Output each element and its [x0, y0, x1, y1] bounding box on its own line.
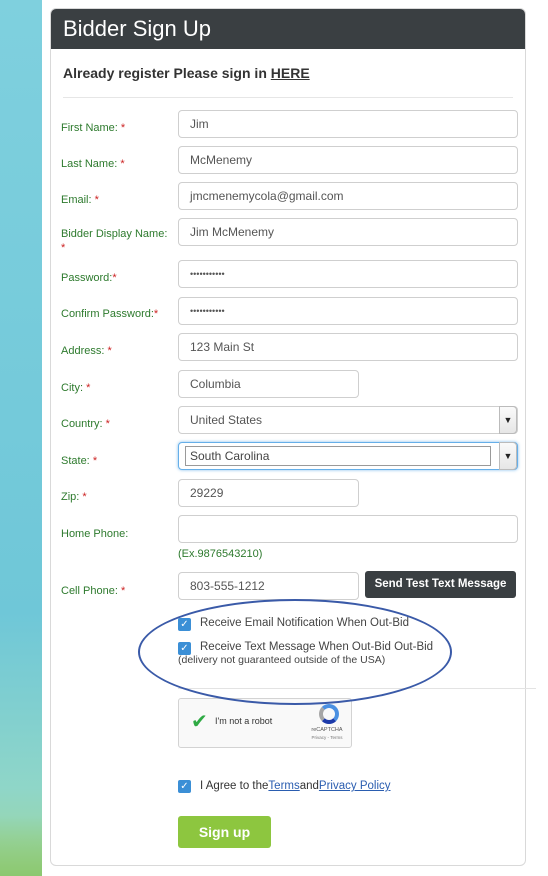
confirm-password-field[interactable]: ••••••••••• [178, 297, 518, 325]
signup-button[interactable]: Sign up [178, 816, 271, 848]
email-notify-label: Receive Email Notification When Out-Bid [200, 617, 409, 629]
state-select[interactable]: South Carolina ▼ [178, 442, 518, 470]
city-field[interactable]: Columbia [178, 370, 359, 398]
text-notify-option[interactable]: ✓ Receive Text Message When Out-Bid Out-… [178, 641, 433, 655]
display-name-field[interactable]: Jim McMenemy [178, 218, 518, 246]
recaptcha-links[interactable]: Privacy - Terms [309, 735, 345, 740]
agree-text: I Agree to the [200, 780, 269, 792]
state-label: State: * [61, 455, 98, 467]
country-select-value: United States [190, 413, 263, 427]
background-strip [0, 0, 42, 876]
zip-field[interactable]: 29229 [178, 479, 359, 507]
checkmark-icon: ✔ [191, 711, 208, 733]
first-name-label: First Name: * [61, 122, 126, 134]
phone-format-hint: (Ex.9876543210) [178, 548, 263, 560]
state-select-value: South Carolina [185, 446, 491, 466]
divider [178, 688, 536, 689]
password-field[interactable]: ••••••••••• [178, 260, 518, 288]
signup-card: Bidder Sign Up Already register Please s… [50, 8, 526, 866]
city-label: City: * [61, 382, 91, 394]
privacy-policy-link[interactable]: Privacy Policy [319, 780, 391, 792]
signin-prompt: Already register Please sign in HERE [63, 65, 310, 81]
agree-and-text: and [299, 780, 319, 792]
address-field[interactable]: 123 Main St [178, 333, 518, 361]
recaptcha-widget[interactable]: ✔ I'm not a robot reCAPTCHA Privacy - Te… [178, 698, 352, 748]
email-notify-option[interactable]: ✓ Receive Email Notification When Out-Bi… [178, 617, 409, 631]
country-label: Country: * [61, 418, 110, 430]
background-grass [0, 816, 42, 876]
recaptcha-label: I'm not a robot [215, 716, 273, 726]
address-label: Address: * [61, 345, 112, 357]
cell-phone-field[interactable]: 803-555-1212 [178, 572, 359, 600]
signin-prompt-text: Already register Please sign in [63, 65, 271, 81]
dropdown-arrow-icon[interactable]: ▼ [499, 442, 517, 470]
recaptcha-logo-icon [319, 704, 339, 724]
cell-phone-label: Cell Phone: * [61, 585, 126, 597]
terms-link[interactable]: Terms [268, 780, 299, 792]
confirm-password-label: Confirm Password:* [61, 308, 159, 320]
country-select[interactable]: United States ▼ [178, 406, 518, 434]
email-field[interactable]: jmcmenemycola@gmail.com [178, 182, 518, 210]
home-phone-label: Home Phone: [61, 528, 129, 540]
page-title: Bidder Sign Up [51, 9, 525, 49]
divider [63, 97, 513, 98]
text-delivery-note: (delivery not guaranteed outside of the … [178, 654, 386, 666]
dropdown-arrow-icon[interactable]: ▼ [499, 406, 517, 434]
last-name-label: Last Name: * [61, 158, 125, 170]
home-phone-field[interactable] [178, 515, 518, 543]
recaptcha-brand: reCAPTCHA [311, 727, 343, 733]
first-name-field[interactable]: Jim [178, 110, 518, 138]
checkbox-checked-icon[interactable]: ✓ [178, 780, 191, 793]
send-test-text-button[interactable]: Send Test Text Message [365, 571, 516, 598]
checkbox-checked-icon[interactable]: ✓ [178, 618, 191, 631]
last-name-field[interactable]: McMenemy [178, 146, 518, 174]
text-notify-label: Receive Text Message When Out-Bid Out-Bi… [200, 641, 434, 653]
password-label: Password:* [61, 272, 117, 284]
email-label: Email: * [61, 194, 99, 206]
zip-label: Zip: * [61, 491, 87, 503]
agree-option[interactable]: ✓ I Agree to the Terms and Privacy Polic… [178, 779, 391, 793]
display-name-label: Bidder Display Name: * [61, 228, 168, 254]
signin-link[interactable]: HERE [271, 65, 310, 81]
